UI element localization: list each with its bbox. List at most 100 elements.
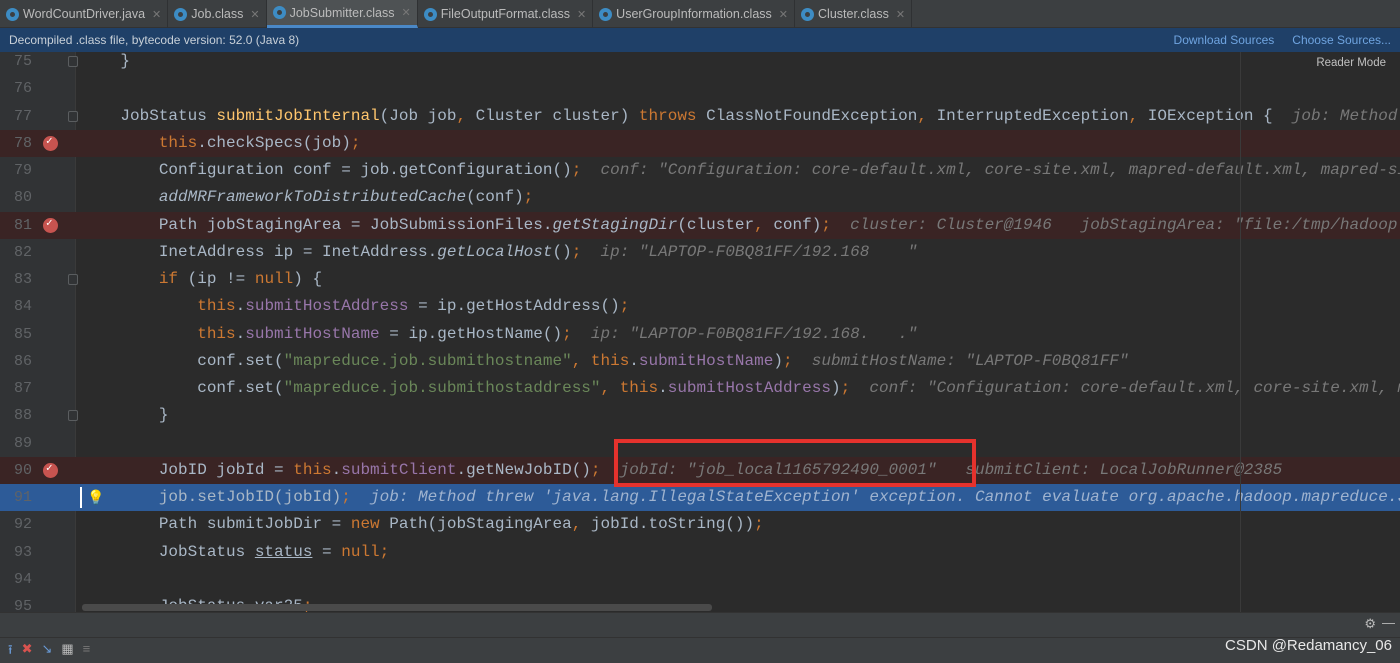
breakpoint-icon[interactable]: [43, 211, 58, 238]
fold-icon[interactable]: [68, 410, 78, 422]
code-line[interactable]: 88 }: [0, 402, 1400, 429]
tab-wordcountdriver-java[interactable]: WordCountDriver.java ✕: [0, 0, 169, 28]
class-file-icon: [6, 7, 19, 21]
inline-debug-value: conf: "Configuration: core-default.xml, …: [600, 161, 1400, 179]
tab-job-class[interactable]: Job.class ✕: [168, 0, 267, 28]
code-token: .checkSpecs(job): [197, 133, 351, 152]
close-icon[interactable]: ✕: [250, 8, 259, 21]
class-file-icon: [599, 7, 613, 21]
line-number: 87: [13, 380, 32, 397]
code-line[interactable]: 93 JobStatus status = null;: [0, 539, 1400, 566]
debug-panel: ⚙ — ⭱ ✖ ↘ ▦ ≡ CSDN @Redamancy_06: [0, 612, 1400, 663]
fold-icon[interactable]: [68, 274, 78, 285]
tab-jobsubmitter-class[interactable]: JobSubmitter.class ✕: [266, 0, 418, 28]
tab-usergroupinformation-class[interactable]: UserGroupInformation.class ✕: [593, 0, 796, 28]
close-icon[interactable]: ✕: [152, 8, 161, 21]
choose-sources-link[interactable]: Choose Sources...: [1292, 33, 1391, 47]
code-token: submitHostAddress: [245, 297, 409, 316]
code-token: (conf): [466, 188, 524, 207]
code-line[interactable]: 75 }: [0, 52, 1400, 75]
code-line[interactable]: 77 JobStatus submitJobInternal(Job job, …: [0, 103, 1400, 130]
breakpoint-icon[interactable]: [43, 456, 58, 483]
fold-icon[interactable]: [68, 110, 78, 122]
code-token: ,: [456, 106, 476, 125]
code-line[interactable]: 80 addMRFrameworkToDistributedCache(conf…: [0, 184, 1400, 211]
code-line[interactable]: 87 conf.set("mapreduce.job.submithostadd…: [0, 375, 1400, 402]
code-token: conf.set(: [82, 379, 284, 397]
code-token: .: [235, 297, 246, 316]
code-token: (ip !=: [187, 270, 255, 288]
trace-icon[interactable]: ≡: [83, 641, 91, 663]
code-line[interactable]: 83 if (ip != null) {: [0, 266, 1400, 293]
step-into-icon[interactable]: ↘: [41, 641, 52, 663]
code-line[interactable]: 85 this.submitHostName = ip.getHostName(…: [0, 321, 1400, 348]
code-line[interactable]: 91 💡 job.setJobID(jobId); job: Method thr…: [0, 484, 1400, 512]
code-token: job.setJobID(jobId): [82, 488, 342, 506]
code-token: submitClient: [341, 460, 457, 479]
code-line[interactable]: 94: [0, 566, 1400, 593]
evaluate-icon[interactable]: ▦: [61, 641, 73, 663]
code-token: InterruptedException: [936, 106, 1129, 125]
line-number: 92: [13, 516, 32, 534]
code-token: JobStatus: [82, 542, 255, 561]
class-file-icon: [423, 7, 437, 21]
code-token: .: [658, 379, 668, 397]
code-token: Path jobStagingArea = JobSubmissionFiles…: [82, 215, 553, 234]
code-token: this: [197, 324, 236, 343]
code-token: = ip.getHostName(): [379, 324, 563, 343]
code-line[interactable]: 81 Path jobStagingArea = JobSubmissionFi…: [0, 211, 1400, 239]
code-token: ;: [821, 215, 831, 234]
code-token: status: [254, 542, 313, 561]
right-margin-guide: [1240, 52, 1241, 612]
breakpoint-icon[interactable]: [43, 129, 58, 156]
inline-debug-value: conf: "Configuration: core-default.xml, …: [869, 379, 1400, 397]
close-icon[interactable]: ✕: [896, 8, 905, 21]
drop-frame-icon[interactable]: ✖: [22, 641, 33, 663]
code-line[interactable]: 78 this.checkSpecs(job);: [0, 129, 1400, 157]
gear-icon[interactable]: ⚙: [1364, 616, 1376, 632]
reader-mode-button[interactable]: Reader Mode: [1316, 57, 1386, 69]
tab-label: JobSubmitter.class: [289, 5, 395, 20]
tab-cluster-class[interactable]: Cluster.class ✕: [795, 0, 913, 28]
tab-label: FileOutputFormat.class: [440, 7, 570, 21]
line-number: 78: [13, 134, 32, 152]
code-line[interactable]: 92 Path submitJobDir = new Path(jobStagi…: [0, 511, 1400, 538]
line-number: 84: [13, 298, 32, 316]
code-token: addMRFrameworkToDistributedCache: [158, 188, 467, 207]
code-line[interactable]: 86 conf.set("mapreduce.job.submithostnam…: [0, 348, 1400, 375]
code-token: null: [341, 542, 380, 561]
code-token: this: [590, 351, 630, 370]
code-line[interactable]: 84 this.submitHostAddress = ip.getHostAd…: [0, 293, 1400, 320]
code-token: Cluster cluster): [475, 106, 639, 125]
highlight-box: [614, 439, 976, 487]
close-icon[interactable]: ✕: [402, 6, 411, 19]
code-token: Configuration conf = job.getConfiguratio…: [82, 161, 572, 179]
code-line[interactable]: 79 Configuration conf = job.getConfigura…: [0, 157, 1400, 184]
tab-fileoutputformat-class[interactable]: FileOutputFormat.class ✕: [418, 0, 594, 28]
close-icon[interactable]: ✕: [577, 8, 586, 21]
class-file-icon: [174, 7, 188, 21]
code-token: ,: [600, 379, 620, 397]
horizontal-scrollbar[interactable]: [82, 604, 712, 611]
code-line[interactable]: 76: [0, 75, 1400, 102]
code-editor[interactable]: 75 } 76 77 JobStatus submitJobInternal(Job…: [0, 52, 1400, 612]
code-line[interactable]: 82 InetAddress ip = InetAddress.getLocal…: [0, 239, 1400, 266]
fold-icon[interactable]: [68, 56, 78, 67]
watermark: CSDN @Redamancy_06: [1225, 637, 1392, 654]
code-token: ;: [571, 161, 582, 179]
download-sources-link[interactable]: Download Sources: [1174, 33, 1275, 47]
code-token: }: [82, 52, 131, 70]
code-token: Path(jobStagingArea: [389, 515, 572, 534]
close-icon[interactable]: ✕: [779, 8, 788, 21]
code-token: JobStatus: [82, 106, 217, 125]
code-token: "mapreduce.job.submithostaddress": [283, 379, 601, 397]
minimize-icon[interactable]: —: [1382, 615, 1395, 630]
step-out-icon[interactable]: ⭱: [8, 641, 13, 663]
